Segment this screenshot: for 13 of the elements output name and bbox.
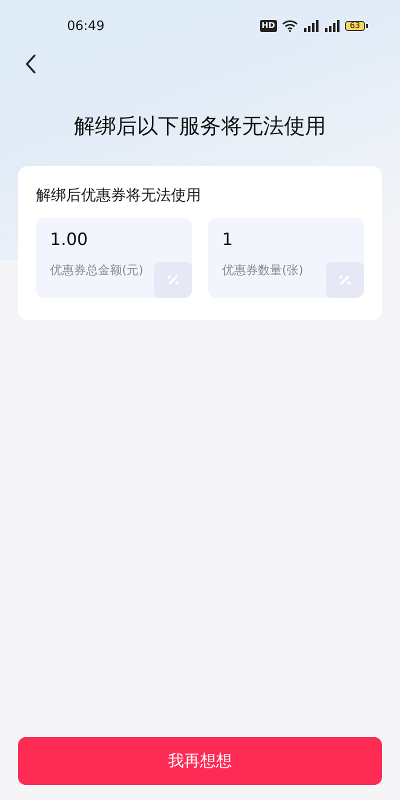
stat-value: 1 [222, 230, 234, 250]
wifi-icon [282, 20, 298, 32]
battery-icon: 63 [345, 21, 368, 31]
stat-label: 优惠券数量(张) [222, 262, 304, 279]
page-title: 解绑后以下服务将无法使用 [73, 113, 327, 140]
card-heading: 解绑后优惠券将无法使用 [36, 186, 202, 205]
signal-icon [303, 20, 319, 32]
clock: 06:49 [67, 18, 104, 34]
reconsider-button[interactable]: 我再想想 [18, 737, 382, 785]
stat-label: 优惠券总金额(元) [50, 262, 144, 279]
hd-icon: HD [260, 20, 277, 32]
stat-value: 1.00 [50, 230, 89, 250]
signal-icon [324, 20, 340, 32]
